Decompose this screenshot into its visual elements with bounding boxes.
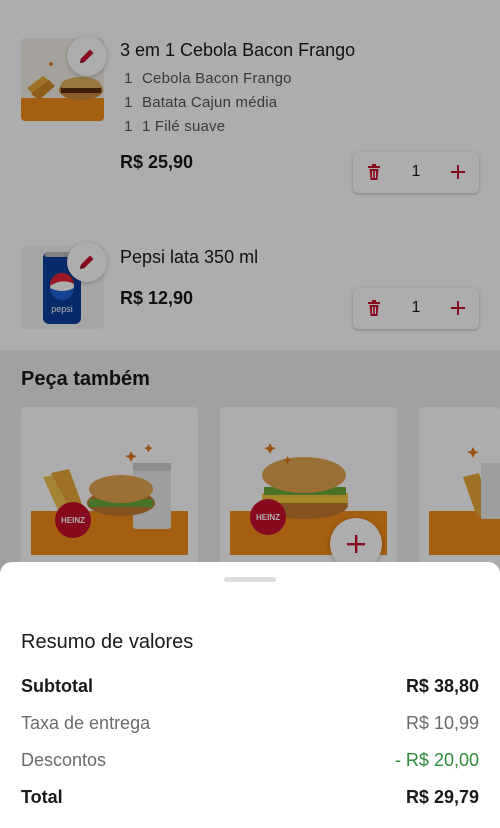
summary-sheet: Resumo de valores Subtotal R$ 38,80 Taxa… (0, 562, 500, 828)
total-label: Total (21, 787, 63, 807)
discount-value: - R$ 20,00 (394, 750, 479, 770)
subtotal-value: R$ 38,80 (405, 676, 479, 696)
total-value: R$ 29,79 (405, 787, 479, 807)
delivery-fee-label: Taxa de entrega (21, 713, 151, 733)
summary-title: Resumo de valores (21, 631, 194, 653)
cart-page: 3 em 1 Cebola Bacon Frango 1 Cebola Bacon… (0, 0, 500, 828)
discount-label: Descontos (21, 750, 107, 770)
delivery-fee-value: R$ 10,99 (405, 713, 479, 733)
drag-handle[interactable] (224, 577, 276, 582)
subtotal-label: Subtotal (21, 676, 93, 696)
